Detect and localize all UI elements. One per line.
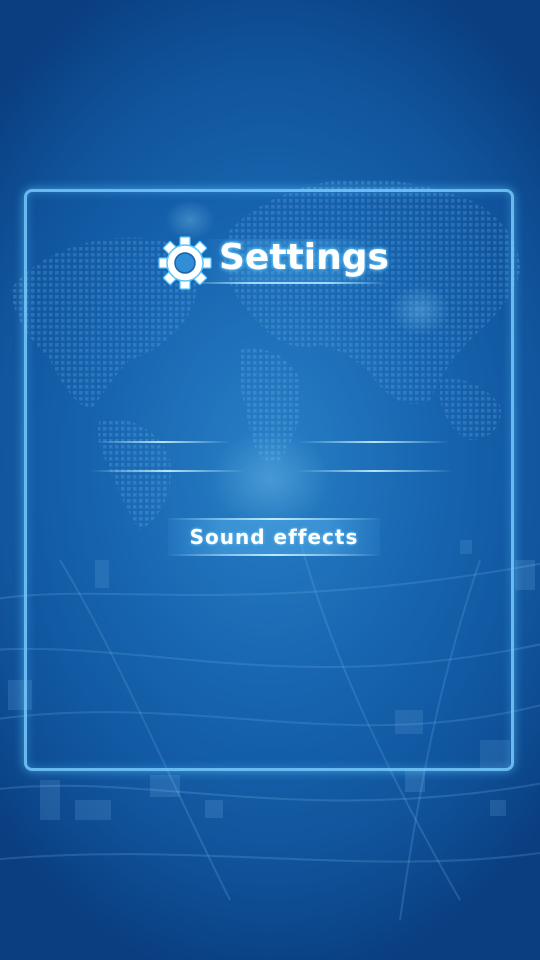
divider-bottom-right: [296, 470, 453, 472]
sound-effects-button[interactable]: Sound effects: [168, 518, 380, 556]
page-title: Settings: [219, 237, 389, 278]
divider-bottom-left: [90, 470, 245, 472]
title-underline: [195, 282, 385, 284]
sound-effects-label: Sound effects: [189, 525, 359, 549]
gear-icon: [158, 236, 212, 290]
divider-top-left: [95, 441, 230, 443]
divider-top-right: [298, 441, 450, 443]
settings-header: Settings: [155, 233, 390, 291]
